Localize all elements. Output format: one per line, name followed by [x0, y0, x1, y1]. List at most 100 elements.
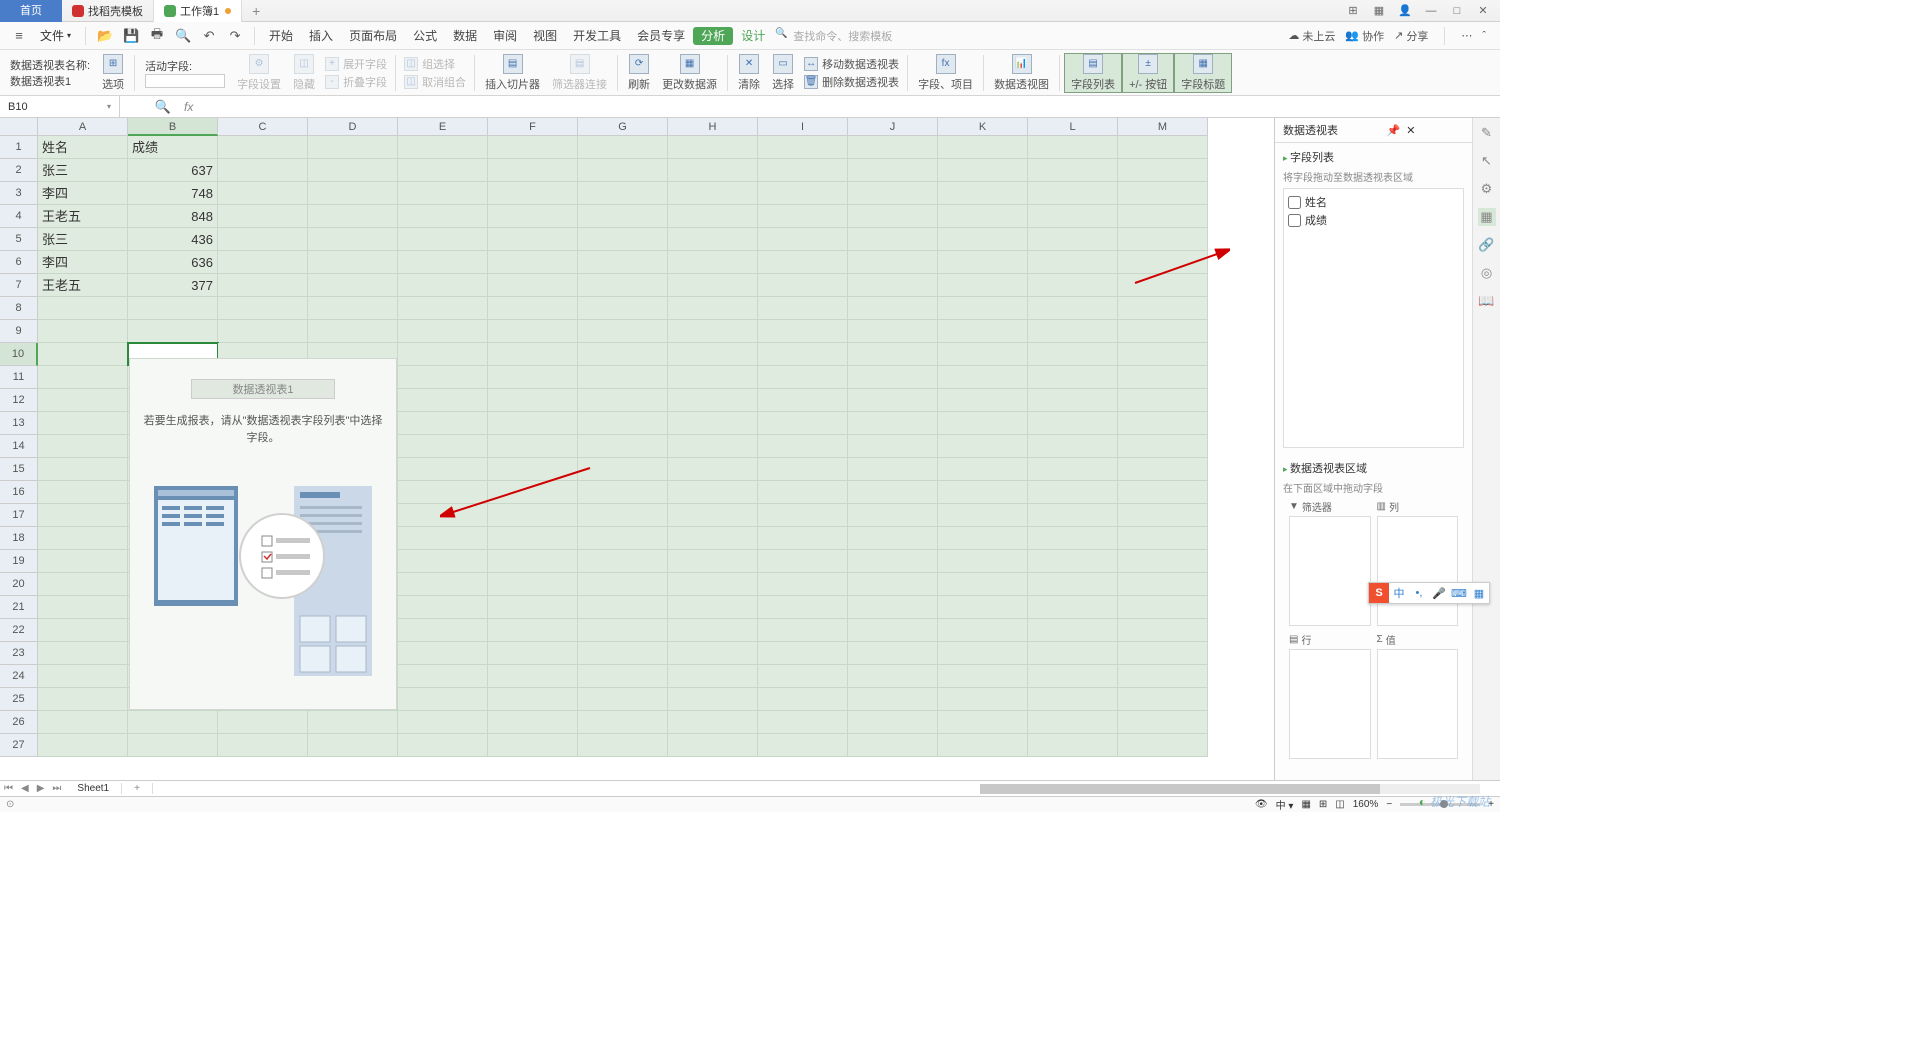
cell[interactable]: [1118, 435, 1208, 458]
cell[interactable]: [1028, 435, 1118, 458]
row-header[interactable]: 14: [0, 435, 38, 458]
menu-data[interactable]: 数据: [445, 22, 485, 50]
value-area[interactable]: [1377, 649, 1459, 759]
row-area[interactable]: [1289, 649, 1371, 759]
settings-icon[interactable]: ⚙: [1478, 180, 1496, 198]
cell[interactable]: [938, 596, 1028, 619]
location-icon[interactable]: ◎: [1478, 264, 1496, 282]
cell[interactable]: [38, 481, 128, 504]
cell[interactable]: [848, 343, 938, 366]
cell[interactable]: [668, 688, 758, 711]
cell[interactable]: [1118, 205, 1208, 228]
cell[interactable]: [938, 481, 1028, 504]
tab-docer[interactable]: 找稻壳模板: [62, 0, 154, 22]
cell[interactable]: [848, 550, 938, 573]
cell[interactable]: [668, 550, 758, 573]
cell[interactable]: [308, 136, 398, 159]
row-header[interactable]: 4: [0, 205, 38, 228]
cell[interactable]: [398, 665, 488, 688]
menu-vip[interactable]: 会员专享: [629, 22, 693, 50]
cell[interactable]: [308, 205, 398, 228]
cell[interactable]: [668, 297, 758, 320]
view-page-icon[interactable]: ⊞: [1319, 799, 1327, 810]
cell[interactable]: [578, 389, 668, 412]
cell[interactable]: [668, 435, 758, 458]
col-header[interactable]: J: [848, 118, 938, 136]
sheet-tab[interactable]: Sheet1: [65, 783, 122, 794]
cell[interactable]: [1118, 527, 1208, 550]
cell[interactable]: [938, 251, 1028, 274]
close-panel-icon[interactable]: ✕: [1406, 125, 1415, 137]
cell[interactable]: [938, 619, 1028, 642]
cell[interactable]: [578, 159, 668, 182]
cell[interactable]: [308, 182, 398, 205]
cell[interactable]: [1118, 619, 1208, 642]
cell[interactable]: [848, 573, 938, 596]
fx-icon[interactable]: fx: [176, 100, 201, 114]
cell[interactable]: [578, 504, 668, 527]
cell[interactable]: [668, 734, 758, 757]
cell[interactable]: [1028, 734, 1118, 757]
cell[interactable]: [488, 412, 578, 435]
cell[interactable]: [938, 665, 1028, 688]
cell[interactable]: [308, 320, 398, 343]
cell[interactable]: [938, 435, 1028, 458]
col-header[interactable]: C: [218, 118, 308, 136]
row-header[interactable]: 20: [0, 573, 38, 596]
row-header[interactable]: 25: [0, 688, 38, 711]
cell[interactable]: [218, 228, 308, 251]
cell[interactable]: [1028, 297, 1118, 320]
row-header[interactable]: 5: [0, 228, 38, 251]
cell[interactable]: [1028, 550, 1118, 573]
cell[interactable]: [1028, 619, 1118, 642]
cell[interactable]: [1028, 665, 1118, 688]
cell[interactable]: [668, 481, 758, 504]
user-icon[interactable]: 👤: [1394, 2, 1416, 20]
cell[interactable]: [1028, 136, 1118, 159]
cell[interactable]: [1028, 343, 1118, 366]
cell[interactable]: [1028, 159, 1118, 182]
cell[interactable]: [398, 228, 488, 251]
file-menu[interactable]: 文件: [32, 27, 79, 44]
maximize-icon[interactable]: □: [1446, 2, 1468, 20]
cell[interactable]: [578, 297, 668, 320]
cell[interactable]: [218, 711, 308, 734]
ime-logo-icon[interactable]: S: [1369, 583, 1389, 603]
save-icon[interactable]: 💾: [122, 27, 140, 45]
cell[interactable]: [398, 688, 488, 711]
cell[interactable]: [848, 504, 938, 527]
cell[interactable]: [848, 711, 938, 734]
cell[interactable]: [218, 734, 308, 757]
cell[interactable]: [578, 251, 668, 274]
cell[interactable]: [488, 297, 578, 320]
cell[interactable]: [38, 642, 128, 665]
cell[interactable]: [578, 688, 668, 711]
cell[interactable]: [848, 366, 938, 389]
menu-insert[interactable]: 插入: [301, 22, 341, 50]
cell[interactable]: [758, 527, 848, 550]
row-header[interactable]: 1: [0, 136, 38, 159]
menu-design[interactable]: 设计: [733, 22, 773, 50]
cell[interactable]: [128, 297, 218, 320]
cell[interactable]: [488, 527, 578, 550]
cell[interactable]: [398, 573, 488, 596]
eye-icon[interactable]: 👁: [1255, 799, 1268, 810]
cell[interactable]: [848, 274, 938, 297]
move-pivot-button[interactable]: ↔移动数据透视表: [800, 55, 903, 73]
cell[interactable]: [1118, 251, 1208, 274]
cell[interactable]: 848: [128, 205, 218, 228]
col-header[interactable]: B: [128, 118, 218, 136]
cell[interactable]: [38, 297, 128, 320]
cell[interactable]: [578, 573, 668, 596]
row-header[interactable]: 13: [0, 412, 38, 435]
cell[interactable]: [758, 320, 848, 343]
cell[interactable]: [38, 665, 128, 688]
menu-start[interactable]: 开始: [261, 22, 301, 50]
row-header[interactable]: 6: [0, 251, 38, 274]
zoom-out-icon[interactable]: −: [1386, 799, 1392, 810]
cell[interactable]: [668, 136, 758, 159]
row-header[interactable]: 27: [0, 734, 38, 757]
cell[interactable]: [848, 734, 938, 757]
cell[interactable]: 张三: [38, 159, 128, 182]
row-header[interactable]: 24: [0, 665, 38, 688]
